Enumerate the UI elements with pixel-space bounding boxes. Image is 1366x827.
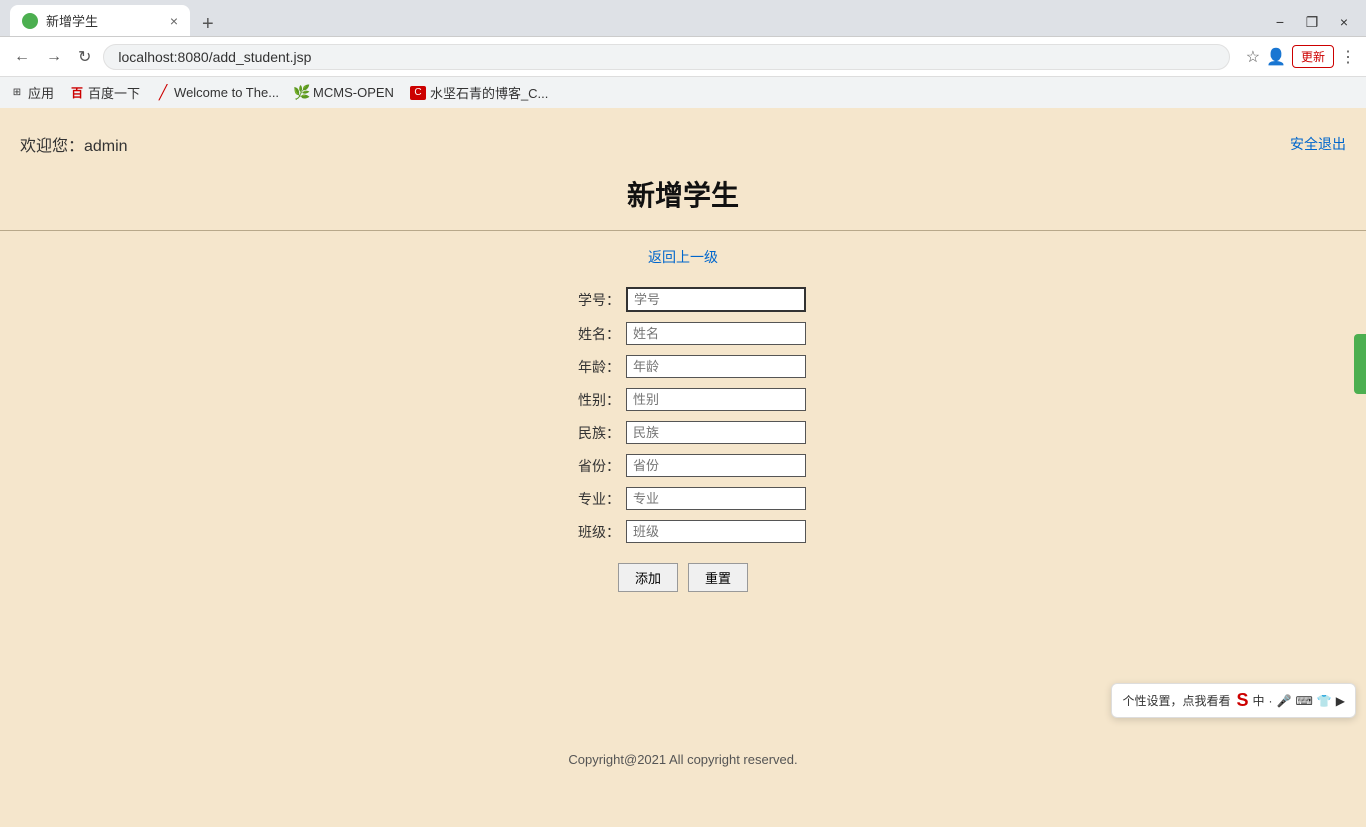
bottom-widget[interactable]: 个性设置，点我看看 S 中 · 🎤 ⌨ 👕 ▶ <box>1111 683 1356 718</box>
bookmark-welcome-label: Welcome to The... <box>174 85 279 100</box>
baidu-icon: 百 <box>70 86 84 100</box>
bookmark-csdn[interactable]: C 水坚石青的博客_C... <box>410 83 548 102</box>
form-row-student-id: 学号： <box>560 287 806 312</box>
add-button[interactable]: 添加 <box>618 563 678 592</box>
address-input[interactable] <box>103 44 1229 70</box>
reload-button[interactable]: ↻ <box>74 43 95 71</box>
label-nation: 民族： <box>560 423 620 443</box>
form-row-age: 年龄： <box>560 355 806 378</box>
new-tab-button[interactable]: + <box>194 13 222 36</box>
bookmark-baidu[interactable]: 百 百度一下 <box>70 83 140 102</box>
welcome-icon: ╱ <box>156 86 170 100</box>
apps-icon: ⊞ <box>10 86 24 100</box>
label-gender: 性别： <box>560 390 620 410</box>
form-row-province: 省份： <box>560 454 806 477</box>
label-age: 年龄： <box>560 357 620 377</box>
bookmark-mcms-label: MCMS-OPEN <box>313 85 394 100</box>
restore-button[interactable]: ❐ <box>1298 8 1326 36</box>
profile-icon[interactable]: 👤 <box>1266 47 1286 67</box>
star-icon[interactable]: ☆ <box>1246 47 1260 67</box>
bookmark-apps[interactable]: ⊞ 应用 <box>10 83 54 102</box>
widget-icons: S 中 · 🎤 ⌨ 👕 ▶ <box>1237 690 1346 711</box>
bookmark-apps-label: 应用 <box>28 83 54 102</box>
logout-link[interactable]: 安全退出 <box>1290 134 1346 154</box>
input-gender[interactable] <box>626 388 806 411</box>
input-name[interactable] <box>626 322 806 345</box>
bookmark-csdn-label: 水坚石青的博客_C... <box>430 83 548 102</box>
page-title: 新增学生 <box>0 174 1366 214</box>
widget-icon-6: ▶ <box>1336 694 1345 708</box>
menu-icon[interactable]: ⋮ <box>1340 47 1356 67</box>
divider <box>0 230 1366 231</box>
widget-tooltip-text: 个性设置，点我看看 <box>1122 692 1230 709</box>
back-nav-button[interactable]: ← <box>10 44 34 70</box>
footer: Copyright@2021 All copyright reserved. <box>0 732 1366 787</box>
form-row-nation: 民族： <box>560 421 806 444</box>
form-container: 学号： 姓名： 年龄： 性别： 民族： 省份： 专业： 班级： <box>0 287 1366 592</box>
label-name: 姓名： <box>560 324 620 344</box>
widget-icon-2: · <box>1269 694 1273 708</box>
page-content: 欢迎您：admin 安全退出 新增学生 返回上一级 学号： 姓名： 年龄： 性别… <box>0 108 1366 827</box>
widget-icon-4: ⌨ <box>1295 694 1312 708</box>
close-button[interactable]: × <box>1330 8 1358 36</box>
tab-title: 新增学生 <box>46 11 162 30</box>
form-row-major: 专业： <box>560 487 806 510</box>
mcms-icon: 🌿 <box>295 86 309 100</box>
label-province: 省份： <box>560 456 620 476</box>
widget-icon-1: 中 <box>1253 692 1265 709</box>
forward-nav-button[interactable]: → <box>42 44 66 70</box>
back-link[interactable]: 返回上一级 <box>648 249 718 265</box>
top-bar: 欢迎您：admin 安全退出 <box>0 124 1366 164</box>
back-link-wrapper: 返回上一级 <box>0 247 1366 267</box>
input-student-id[interactable] <box>626 287 806 312</box>
bookmark-mcms[interactable]: 🌿 MCMS-OPEN <box>295 85 394 100</box>
input-province[interactable] <box>626 454 806 477</box>
minimize-button[interactable]: − <box>1266 8 1294 36</box>
welcome-text: 欢迎您：admin <box>20 132 128 156</box>
bookmark-baidu-label: 百度一下 <box>88 83 140 102</box>
side-handle[interactable] <box>1354 334 1366 394</box>
widget-icon-3: 🎤 <box>1277 694 1292 708</box>
bookmark-welcome[interactable]: ╱ Welcome to The... <box>156 85 279 100</box>
active-tab[interactable]: 新增学生 × <box>10 5 190 36</box>
input-nation[interactable] <box>626 421 806 444</box>
btn-row: 添加 重置 <box>618 563 748 592</box>
form-row-class: 班级： <box>560 520 806 543</box>
tab-favicon <box>22 13 38 29</box>
label-class: 班级： <box>560 522 620 542</box>
reset-button[interactable]: 重置 <box>688 563 748 592</box>
input-class[interactable] <box>626 520 806 543</box>
label-major: 专业： <box>560 489 620 509</box>
bookmarks-bar: ⊞ 应用 百 百度一下 ╱ Welcome to The... 🌿 MCMS-O… <box>0 76 1366 108</box>
tab-close-btn[interactable]: × <box>170 13 178 29</box>
toolbar-icons: ☆ 👤 更新 ⋮ <box>1246 45 1356 68</box>
address-bar: ← → ↻ ☆ 👤 更新 ⋮ <box>0 36 1366 76</box>
update-button[interactable]: 更新 <box>1292 45 1334 68</box>
form-row-gender: 性别： <box>560 388 806 411</box>
form-row-name: 姓名： <box>560 322 806 345</box>
input-major[interactable] <box>626 487 806 510</box>
s-logo-icon: S <box>1237 690 1249 711</box>
input-age[interactable] <box>626 355 806 378</box>
label-student-id: 学号： <box>560 290 620 310</box>
csdn-icon: C <box>410 86 426 100</box>
widget-icon-5: 👕 <box>1317 694 1332 708</box>
